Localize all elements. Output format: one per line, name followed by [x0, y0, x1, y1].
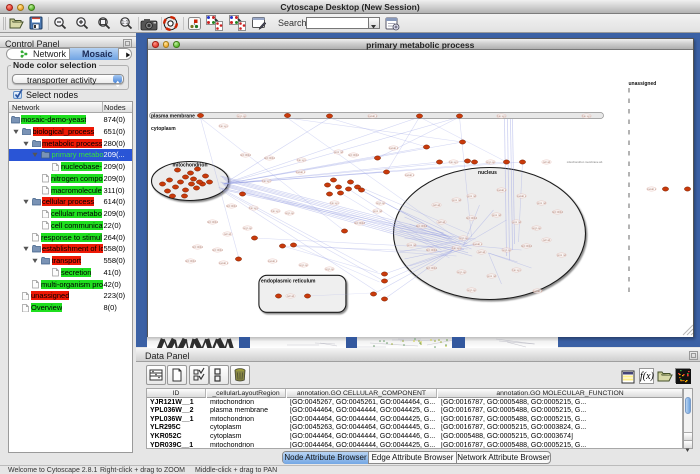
svg-text:orgn sp: orgn sp — [237, 114, 246, 118]
svg-text:GO:0044: GO:0044 — [426, 266, 437, 270]
svg-text:cytoplasm: cytoplasm — [151, 126, 176, 132]
svg-text:bio syn: bio syn — [452, 246, 461, 250]
svg-text:bio syn: bio syn — [512, 268, 521, 272]
svg-text:unassigned: unassigned — [628, 81, 656, 87]
svg-text:cell ab: cell ab — [477, 250, 485, 254]
svg-text:metab x: metab x — [388, 146, 398, 150]
svg-text:metab x: metab x — [267, 259, 277, 263]
svg-text:GO:0044: GO:0044 — [264, 156, 275, 160]
svg-text:cell ab: cell ab — [286, 294, 294, 298]
svg-text:bio syn: bio syn — [249, 206, 258, 210]
svg-text:GO:0044: GO:0044 — [207, 220, 218, 224]
svg-text:metab x: metab x — [532, 289, 542, 293]
svg-text:cell ab: cell ab — [542, 160, 550, 164]
svg-text:orgn sp: orgn sp — [467, 288, 476, 292]
svg-text:proc nd: proc nd — [334, 150, 343, 154]
svg-text:GO:0044: GO:0044 — [240, 153, 251, 157]
svg-text:orgn sp: orgn sp — [243, 226, 252, 230]
svg-text:cell ab: cell ab — [542, 238, 550, 242]
svg-text:cell ab: cell ab — [437, 220, 445, 224]
svg-text:metab x: metab x — [472, 242, 482, 246]
svg-text:orgn sp: orgn sp — [325, 267, 334, 271]
svg-text:bio syn: bio syn — [262, 179, 271, 183]
svg-text:GO:0044: GO:0044 — [466, 216, 477, 220]
svg-text:proc nd: proc nd — [452, 198, 461, 202]
svg-text:endoplasmic reticulum: endoplasmic reticulum — [261, 279, 316, 285]
svg-text:metab x: metab x — [367, 114, 377, 118]
svg-text:plasma membrane: plasma membrane — [151, 114, 195, 120]
svg-text:bio syn: bio syn — [330, 201, 339, 205]
svg-text:mitochondrion membrane ab: mitochondrion membrane ab — [566, 160, 602, 164]
svg-text:GO:0044: GO:0044 — [226, 204, 237, 208]
svg-text:bio syn: bio syn — [219, 124, 228, 128]
svg-text:GO:0044: GO:0044 — [192, 245, 203, 249]
svg-text:GO:0044: GO:0044 — [185, 259, 196, 263]
svg-text:orgn sp: orgn sp — [457, 270, 466, 274]
svg-text:mitochondrion: mitochondrion — [172, 163, 207, 169]
svg-text:orgn sp: orgn sp — [376, 201, 385, 205]
svg-text:proc nd: proc nd — [407, 243, 416, 247]
svg-text:proc nd: proc nd — [487, 274, 496, 278]
svg-text:orgn sp: orgn sp — [502, 248, 511, 252]
svg-text:GO:0044: GO:0044 — [348, 153, 359, 157]
svg-text:GO:0044: GO:0044 — [416, 224, 427, 228]
svg-text:metab x: metab x — [295, 170, 305, 174]
svg-text:cell ab: cell ab — [223, 232, 231, 236]
svg-text:GO:0044: GO:0044 — [552, 210, 563, 214]
svg-text:bio syn: bio syn — [497, 114, 506, 118]
svg-text:proc nd: proc nd — [373, 209, 382, 213]
svg-text:proc nd: proc nd — [512, 220, 521, 224]
svg-text:proc nd: proc nd — [492, 213, 501, 217]
svg-text:proc nd: proc nd — [537, 201, 546, 205]
svg-text:orgn sp: orgn sp — [532, 226, 541, 230]
svg-text:proc nd: proc nd — [467, 194, 476, 198]
svg-text:proc nd: proc nd — [557, 253, 566, 257]
svg-text:metab x: metab x — [404, 173, 414, 177]
svg-text:nucleus: nucleus — [478, 170, 497, 176]
svg-text:metab x: metab x — [646, 187, 656, 191]
svg-text:GO:0044: GO:0044 — [521, 244, 532, 248]
svg-text:bio syn: bio syn — [297, 158, 306, 162]
svg-text:orgn sp: orgn sp — [486, 160, 495, 164]
svg-text:GO:0044: GO:0044 — [354, 221, 365, 225]
svg-text:metab x: metab x — [516, 194, 526, 198]
svg-text:bio syn: bio syn — [449, 160, 458, 164]
svg-text:GO:0044: GO:0044 — [212, 248, 223, 252]
svg-text:1:1: 1:1 — [122, 20, 129, 26]
svg-text:orgn sp: orgn sp — [459, 236, 468, 240]
svg-text:metab x: metab x — [496, 188, 506, 192]
svg-text:cell ab: cell ab — [432, 203, 440, 207]
svg-text:GO:0044: GO:0044 — [426, 248, 437, 252]
svg-text:metab x: metab x — [218, 261, 228, 265]
svg-text:orgn sp: orgn sp — [299, 263, 308, 267]
svg-text:bio syn: bio syn — [582, 114, 591, 118]
svg-text:bio syn: bio syn — [271, 209, 280, 213]
svg-text:orgn sp: orgn sp — [285, 211, 294, 215]
